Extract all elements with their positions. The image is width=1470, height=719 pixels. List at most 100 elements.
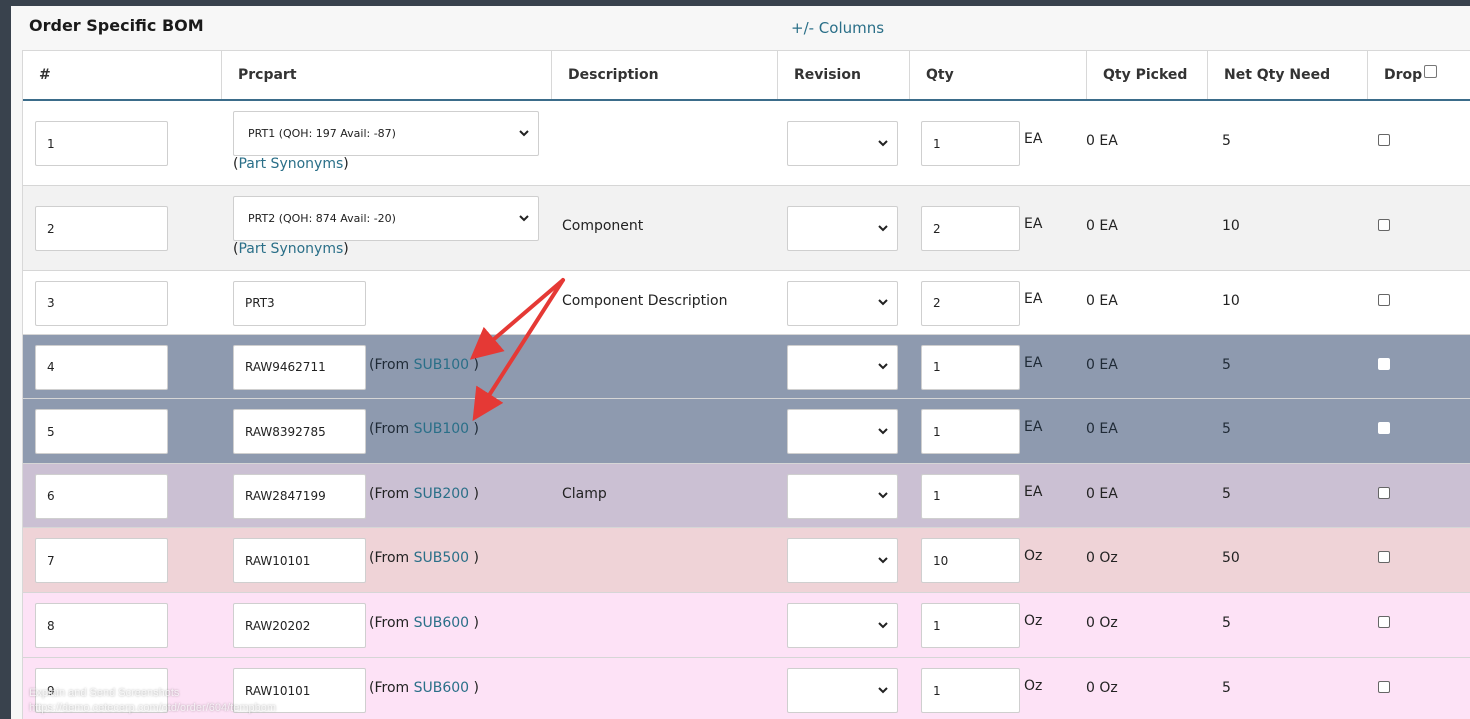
qty-unit: EA: [1024, 419, 1043, 435]
from-assembly-text: (From SUB600 ): [369, 680, 479, 696]
qty-picked-value: 0 EA: [1086, 485, 1118, 502]
part-input[interactable]: PRT3: [233, 280, 366, 326]
col-header-num[interactable]: #: [23, 51, 221, 99]
col-header-prcpart[interactable]: Prcpart: [221, 51, 551, 99]
part-input[interactable]: RAW9462711: [233, 344, 366, 390]
line-number-input[interactable]: 1: [35, 121, 168, 166]
table-row: 8 RAW20202 (From SUB600 ) 1 Oz 0 Oz 5: [23, 593, 1470, 658]
from-assembly-text: (From SUB100 ): [369, 357, 479, 373]
qty-input[interactable]: 1: [921, 668, 1020, 713]
line-number-input[interactable]: 2: [35, 206, 168, 251]
qty-input[interactable]: 1: [921, 603, 1020, 648]
drop-checkbox[interactable]: [1378, 422, 1390, 434]
sub-assembly-link[interactable]: SUB100: [414, 421, 469, 437]
description-text: Component Description: [562, 292, 728, 309]
col-header-qty[interactable]: Qty: [909, 51, 1086, 99]
part-input[interactable]: RAW8392785: [233, 409, 366, 454]
qty-unit: EA: [1024, 290, 1043, 307]
qty-unit: Oz: [1024, 613, 1043, 629]
drop-checkbox[interactable]: [1378, 486, 1390, 499]
col-header-description[interactable]: Description: [551, 51, 777, 99]
drop-checkbox[interactable]: [1378, 219, 1390, 231]
line-number-input[interactable]: 5: [35, 409, 168, 454]
col-header-revision[interactable]: Revision: [777, 51, 909, 99]
part-input[interactable]: RAW2847199: [233, 473, 366, 519]
sub-assembly-link[interactable]: SUB600: [414, 680, 469, 696]
revision-select[interactable]: [787, 668, 898, 713]
sub-assembly-link[interactable]: SUB200: [414, 486, 469, 502]
table-row: 1 PRT1 (QOH: 197 Avail: -87) (Part Synony…: [23, 101, 1470, 186]
table-row: 7 RAW10101 (From SUB500 ) 10 Oz 0 Oz 50: [23, 528, 1470, 593]
qty-unit: EA: [1024, 216, 1043, 232]
part-synonyms-label[interactable]: Part Synonyms: [238, 241, 343, 257]
part-synonyms-label[interactable]: Part Synonyms: [238, 156, 343, 172]
col-header-drop[interactable]: Drop: [1367, 51, 1470, 99]
from-prefix: (From: [369, 680, 414, 696]
chevron-down-icon: [878, 621, 888, 628]
part-synonyms-link[interactable]: (Part Synonyms): [233, 241, 349, 257]
table-row: 5 RAW8392785 (From SUB100 ) 1 EA 0 EA 5: [23, 399, 1470, 464]
chevron-down-icon: [878, 556, 888, 563]
drop-checkbox[interactable]: [1378, 357, 1390, 370]
watermark-line2: https://demo.cetecerp.com/otd/order/604/…: [29, 702, 277, 714]
qty-input[interactable]: 1: [921, 121, 1020, 166]
line-number-input[interactable]: 3: [35, 280, 168, 326]
chevron-down-icon: [878, 224, 888, 231]
table-body: 1 PRT1 (QOH: 197 Avail: -87) (Part Synony…: [23, 101, 1470, 719]
drop-checkbox[interactable]: [1378, 293, 1390, 306]
col-header-qty-picked[interactable]: Qty Picked: [1086, 51, 1207, 99]
drop-checkbox[interactable]: [1378, 134, 1390, 146]
line-number-input[interactable]: 4: [35, 344, 168, 390]
drop-checkbox[interactable]: [1378, 681, 1390, 693]
from-suffix: ): [469, 680, 479, 696]
col-header-net-qty-need[interactable]: Net Qty Need: [1207, 51, 1367, 99]
from-prefix: (From: [369, 485, 414, 502]
qty-unit: EA: [1024, 354, 1043, 371]
from-suffix: ): [469, 485, 479, 502]
sub-assembly-link[interactable]: SUB600: [414, 615, 469, 631]
toggle-columns-link[interactable]: +/- Columns: [791, 19, 884, 37]
from-assembly-text: (From SUB600 ): [369, 615, 479, 631]
table-row: 6 RAW2847199 (From SUB200 ) Clamp 1 EA 0 EA 5: [23, 464, 1470, 528]
revision-select[interactable]: [787, 409, 898, 454]
sub-assembly-link[interactable]: SUB100: [414, 357, 469, 373]
page-title: Order Specific BOM: [29, 16, 204, 35]
qty-input[interactable]: 2: [921, 206, 1020, 251]
revision-select[interactable]: [787, 538, 898, 583]
part-synonyms-link[interactable]: (Part Synonyms): [233, 156, 349, 172]
part-select[interactable]: PRT2 (QOH: 874 Avail: -20): [233, 196, 539, 241]
from-prefix: (From: [369, 550, 414, 566]
part-select-value: PRT2 (QOH: 874 Avail: -20): [248, 211, 396, 225]
from-suffix: ): [469, 550, 479, 566]
from-suffix: ): [469, 421, 479, 437]
sub-assembly-link[interactable]: SUB500: [414, 550, 469, 566]
qty-input[interactable]: 1: [921, 409, 1020, 454]
from-prefix: (From: [369, 615, 414, 631]
part-input[interactable]: RAW10101: [233, 538, 366, 583]
net-qty-need-value: 5: [1222, 356, 1231, 373]
from-assembly-text: (From SUB500 ): [369, 550, 479, 566]
part-input[interactable]: RAW20202: [233, 603, 366, 648]
line-number-input[interactable]: 8: [35, 603, 168, 648]
line-number-input[interactable]: 7: [35, 538, 168, 583]
chevron-down-icon: [878, 492, 888, 499]
watermark-line1: Explain and Send Screenshots: [29, 687, 180, 699]
line-number-input[interactable]: 6: [35, 473, 168, 519]
revision-select[interactable]: [787, 473, 898, 519]
revision-select[interactable]: [787, 344, 898, 390]
qty-input[interactable]: 10: [921, 538, 1020, 583]
chevron-down-icon: [519, 214, 529, 221]
drop-checkbox[interactable]: [1378, 616, 1390, 628]
revision-select[interactable]: [787, 121, 898, 166]
revision-select[interactable]: [787, 280, 898, 326]
revision-select[interactable]: [787, 603, 898, 648]
revision-select[interactable]: [787, 206, 898, 251]
part-select[interactable]: PRT1 (QOH: 197 Avail: -87): [233, 111, 539, 156]
qty-picked-value: 0 EA: [1086, 421, 1118, 437]
drop-all-checkbox[interactable]: [1424, 65, 1438, 78]
qty-input[interactable]: 2: [921, 280, 1020, 326]
qty-input[interactable]: 1: [921, 473, 1020, 519]
qty-input[interactable]: 1: [921, 344, 1020, 390]
drop-checkbox[interactable]: [1378, 551, 1390, 563]
drop-header-label: Drop: [1384, 67, 1423, 83]
